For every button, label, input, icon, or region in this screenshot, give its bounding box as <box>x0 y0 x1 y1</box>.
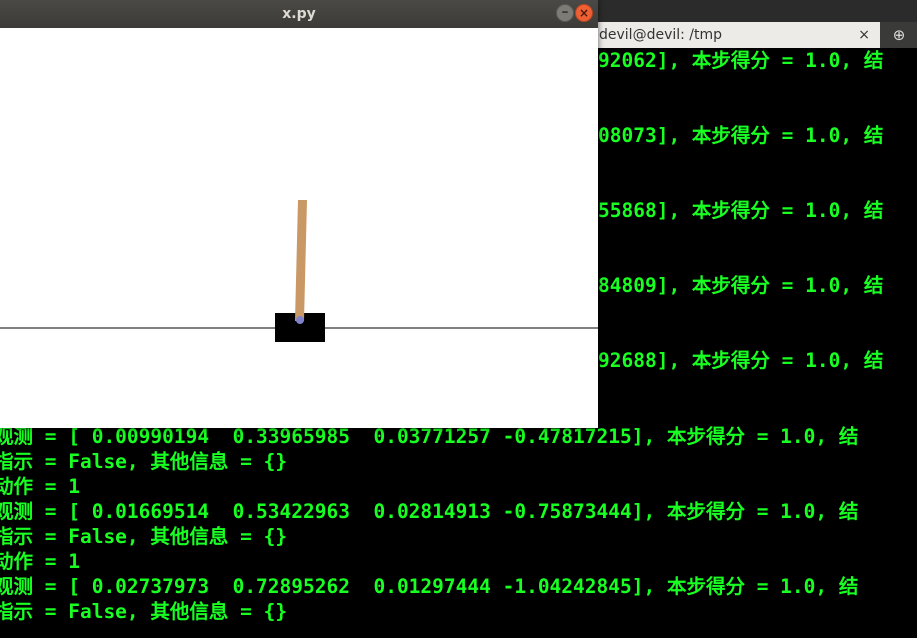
gym-render-window[interactable]: x.py – × <box>0 0 598 428</box>
terminal-line: 动作 = 1 <box>0 475 80 498</box>
terminal-line: 92062], 本步得分 = 1.0, 结 <box>598 49 884 72</box>
terminal-line: 观测 = [ 0.01669514 0.53422963 0.02814913 … <box>0 500 859 523</box>
terminal-line: 指示 = False, 其他信息 = {} <box>0 525 288 548</box>
pole <box>295 200 307 321</box>
tab-close-icon[interactable]: × <box>858 22 870 48</box>
terminal-line: 动作 = 1 <box>0 550 80 573</box>
terminal-line: 92688], 本步得分 = 1.0, 结 <box>598 349 884 372</box>
terminal-line: 观测 = [ 0.02737973 0.72895262 0.01297444 … <box>0 575 859 598</box>
axle <box>296 316 304 324</box>
terminal-tab-title: devil@devil: /tmp <box>599 27 723 43</box>
cartpole-canvas <box>0 28 598 428</box>
terminal-line: 08073], 本步得分 = 1.0, 结 <box>598 124 884 147</box>
gym-titlebar[interactable]: x.py – × <box>0 0 598 28</box>
close-icon[interactable]: × <box>575 4 593 22</box>
terminal-tab[interactable]: devil@devil: /tmp × <box>595 22 880 48</box>
terminal-line: 指示 = False, 其他信息 = {} <box>0 450 288 473</box>
terminal-line: 55868], 本步得分 = 1.0, 结 <box>598 199 884 222</box>
terminal-titlebar <box>595 0 917 24</box>
new-tab-icon[interactable]: ⊕ <box>881 22 917 48</box>
window-title: x.py <box>282 6 316 22</box>
terminal-line: 84809], 本步得分 = 1.0, 结 <box>598 274 884 297</box>
terminal-tab-bar: devil@devil: /tmp × ⊕ <box>595 22 917 48</box>
terminal-line: 指示 = False, 其他信息 = {} <box>0 600 288 623</box>
minimize-icon[interactable]: – <box>556 4 574 22</box>
